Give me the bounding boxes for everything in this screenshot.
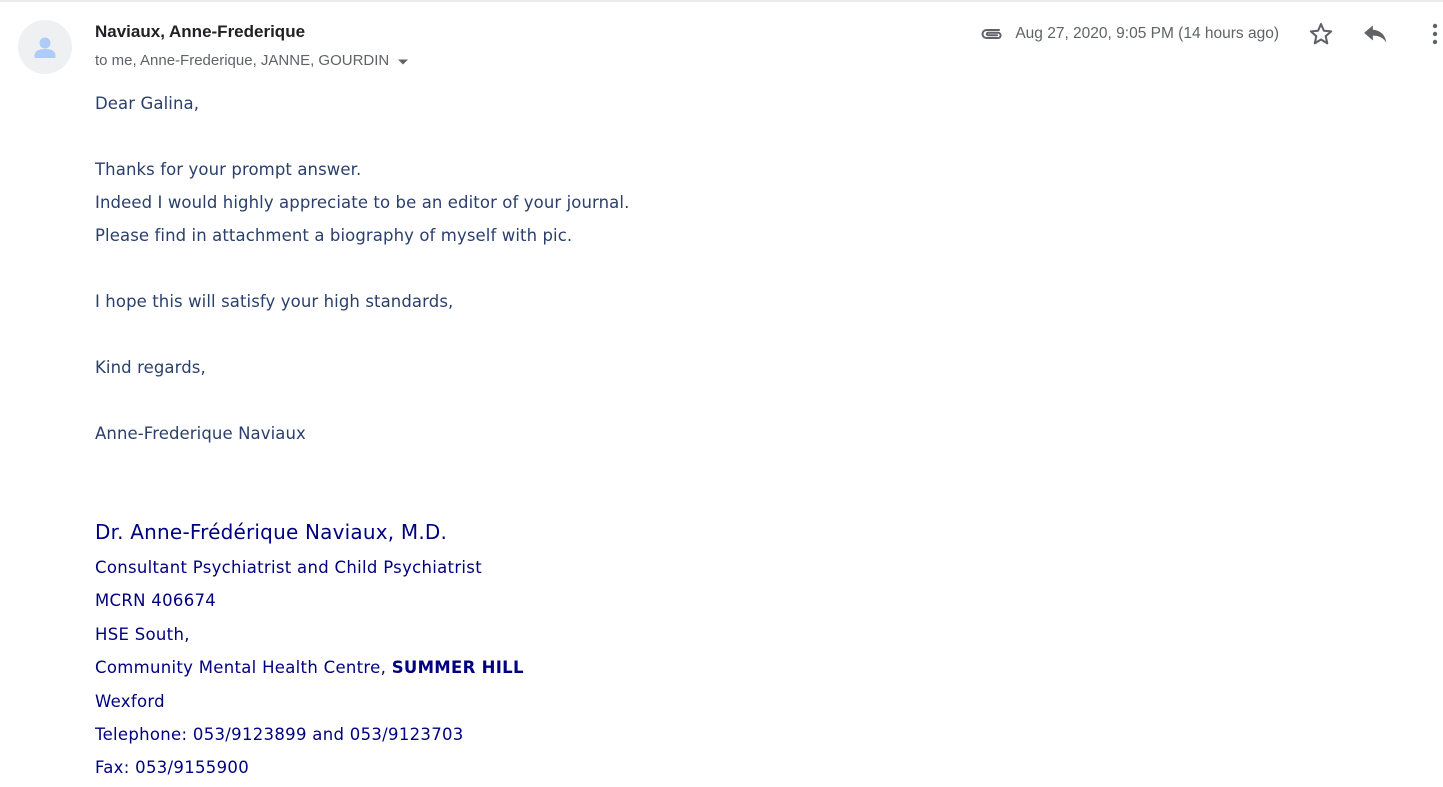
reply-icon[interactable] — [1361, 20, 1389, 48]
message-body: Dear Galina, Thanks for your prompt answ… — [95, 90, 629, 453]
body-line: I hope this will satisfy your high stand… — [95, 292, 454, 311]
body-line — [95, 255, 629, 288]
email-signature: Dr. Anne-Frédérique Naviaux, M.D. Consul… — [95, 517, 524, 787]
person-icon — [34, 37, 56, 58]
signature-org: HSE South, — [95, 624, 190, 644]
more-vertical-icon[interactable] — [1427, 20, 1443, 48]
signature-mcrn: MCRN 406674 — [95, 591, 217, 611]
signature-name: Dr. Anne-Frédérique Naviaux, M.D. — [95, 520, 448, 544]
header-divider — [0, 0, 1443, 2]
message-date: Aug 27, 2020, 9:05 PM (14 hours ago) — [1015, 25, 1279, 42]
sender-name[interactable]: Naviaux, Anne-Frederique — [95, 22, 305, 42]
recipients-line[interactable]: to me, Anne-Frederique, JANNE, GOURDIN — [95, 51, 409, 70]
paperclip-icon — [979, 26, 1005, 42]
body-line: Please find in attachment a biography of… — [95, 226, 573, 245]
signature-telephone: Telephone: 053/9123899 and 053/9123703 — [95, 724, 464, 744]
signature-centre-name: SUMMER HILL — [391, 658, 524, 678]
caret-down-icon[interactable] — [397, 53, 409, 70]
signature-centre-prefix: Community Mental Health Centre, — [95, 658, 387, 678]
sender-avatar[interactable] — [18, 20, 72, 74]
body-line: Dear Galina, — [95, 94, 200, 113]
star-icon[interactable] — [1307, 20, 1335, 48]
body-line: Anne-Frederique Naviaux — [95, 424, 306, 443]
signature-fax: Fax: 053/9155900 — [95, 758, 249, 778]
recipients-text: to me, Anne-Frederique, JANNE, GOURDIN — [95, 52, 390, 69]
body-line: Thanks for your prompt answer. — [95, 160, 362, 179]
message-meta: Aug 27, 2020, 9:05 PM (14 hours ago) — [979, 18, 1443, 50]
body-line — [95, 123, 629, 156]
signature-town: Wexford — [95, 691, 165, 711]
body-line: Kind regards, — [95, 358, 206, 377]
body-line — [95, 387, 629, 420]
body-line: Indeed I would highly appreciate to be a… — [95, 193, 630, 212]
signature-title: Consultant Psychiatrist and Child Psychi… — [95, 558, 482, 577]
signature-centre: Community Mental Health Centre, SUMMER H… — [95, 653, 524, 686]
body-line — [95, 321, 629, 354]
